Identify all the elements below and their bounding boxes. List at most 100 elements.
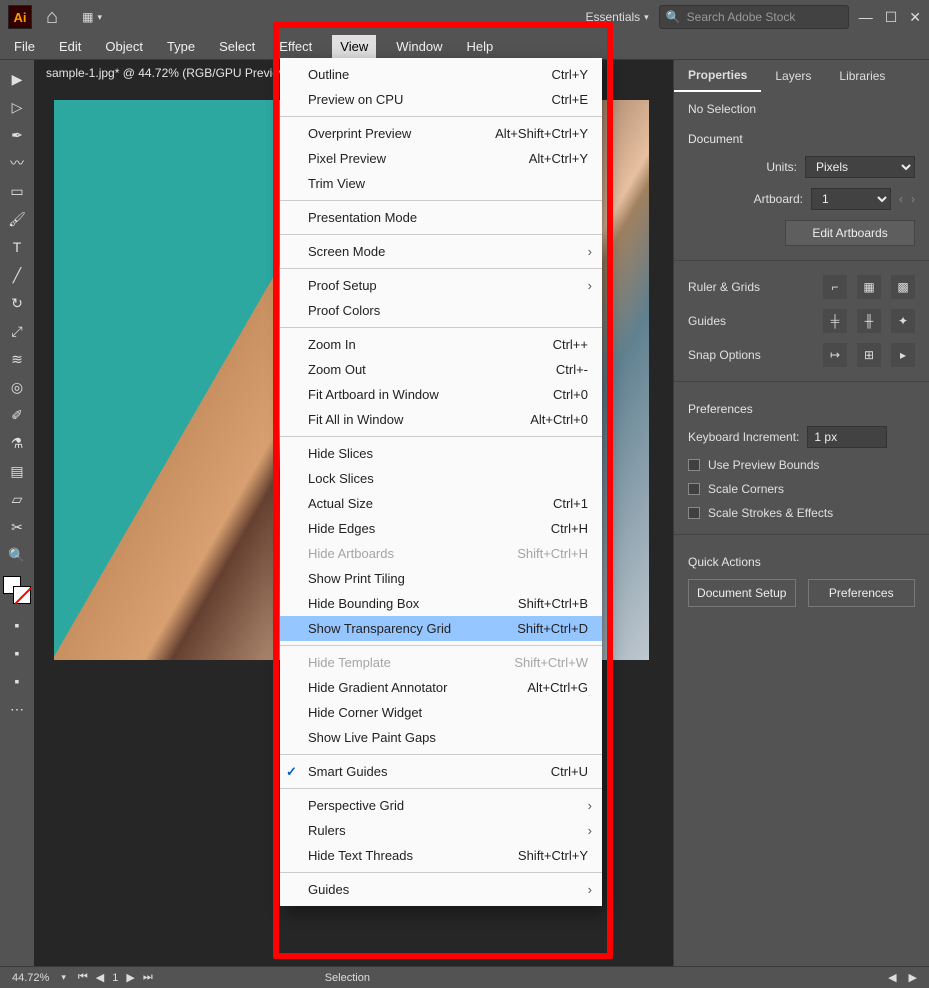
menu-item-pixel-preview[interactable]: Pixel PreviewAlt+Ctrl+Y [280,146,602,171]
artboard-select[interactable]: 1 [811,188,891,210]
menu-item-preview-on-cpu[interactable]: Preview on CPUCtrl+E [280,87,602,112]
workspace-switcher[interactable]: Essentials ▾ [585,10,648,24]
tool-paintbrush[interactable]: 🖌 [5,208,29,230]
menu-item-zoom-in[interactable]: Zoom InCtrl++ [280,332,602,357]
menu-item-show-print-tiling[interactable]: Show Print Tiling [280,566,602,591]
zoom-level[interactable]: 44.72% [12,972,49,984]
snap-point-icon[interactable]: ↦ [823,343,847,367]
tab-properties[interactable]: Properties [674,60,761,92]
menu-item-overprint-preview[interactable]: Overprint PreviewAlt+Shift+Ctrl+Y [280,121,602,146]
menu-item-fit-all-in-window[interactable]: Fit All in WindowAlt+Ctrl+0 [280,407,602,432]
snap-grid-icon[interactable]: ⊞ [857,343,881,367]
tool-curvature[interactable]: 〰 [5,152,29,174]
grid-icon[interactable]: ▦ [857,275,881,299]
menu-item-rulers[interactable]: Rulers [280,818,602,843]
menu-item-guides[interactable]: Guides [280,877,602,902]
menu-item-lock-slices[interactable]: Lock Slices [280,466,602,491]
scroll-right-icon[interactable]: ▶ [909,971,917,984]
artboard-prev-icon[interactable]: ‹ [899,192,903,206]
kb-increment-input[interactable] [807,426,887,448]
scroll-left-icon[interactable]: ◀ [888,971,896,984]
menu-item-screen-mode[interactable]: Screen Mode [280,239,602,264]
menu-type[interactable]: Type [163,37,199,56]
menu-file[interactable]: File [10,37,39,56]
status-bar: 44.72%▾ ⏮ ◀ 1 ▶ ⏭ Selection ◀ ▶ [0,966,929,988]
arrange-docs-picker[interactable]: ▦ ▾ [82,10,102,24]
menu-item-fit-artboard-in-window[interactable]: Fit Artboard in WindowCtrl+0 [280,382,602,407]
maximize-button[interactable]: ☐ [885,9,898,26]
menu-item-show-transparency-grid[interactable]: Show Transparency GridShift+Ctrl+D [280,616,602,641]
artboard-next-icon[interactable]: › [911,192,915,206]
artboard-page[interactable]: 1 [112,972,118,984]
home-icon[interactable]: ⌂ [46,6,58,29]
menu-item-proof-colors[interactable]: Proof Colors [280,298,602,323]
menu-item-hide-bounding-box[interactable]: Hide Bounding BoxShift+Ctrl+B [280,591,602,616]
tool-line[interactable]: ╱ [5,264,29,286]
tool-scale[interactable]: ⤢ [5,320,29,342]
last-artboard-icon[interactable]: ⏭ [143,971,153,984]
menu-item-hide-edges[interactable]: Hide EdgesCtrl+H [280,516,602,541]
close-button[interactable]: ✕ [909,9,921,26]
menu-item-hide-text-threads[interactable]: Hide Text ThreadsShift+Ctrl+Y [280,843,602,868]
menu-help[interactable]: Help [462,37,497,56]
preferences-button[interactable]: Preferences [808,579,916,607]
tool-selection[interactable]: ▶ [5,68,29,90]
fill-stroke-swatch[interactable] [3,576,31,604]
search-input[interactable]: 🔍Search Adobe Stock [659,5,849,29]
ruler-icon[interactable]: ⌐ [823,275,847,299]
tool-zoom[interactable]: 🔍 [5,544,29,566]
menu-item-show-live-paint-gaps[interactable]: Show Live Paint Gaps [280,725,602,750]
edit-artboards-button[interactable]: Edit Artboards [785,220,915,246]
tool-gradient[interactable]: ▤ [5,460,29,482]
guides-toggle-icon[interactable]: ╪ [823,309,847,333]
snap-pixel-icon[interactable]: ▸ [891,343,915,367]
guides-lock-icon[interactable]: ╫ [857,309,881,333]
menu-item-actual-size[interactable]: Actual SizeCtrl+1 [280,491,602,516]
tool-artboard[interactable]: ▱ [5,488,29,510]
menu-object[interactable]: Object [101,37,147,56]
menu-item-hide-gradient-annotator[interactable]: Hide Gradient AnnotatorAlt+Ctrl+G [280,675,602,700]
first-artboard-icon[interactable]: ⏮ [78,971,88,984]
prev-artboard-icon[interactable]: ◀ [96,971,104,984]
menu-item-hide-corner-widget[interactable]: Hide Corner Widget [280,700,602,725]
tool-pen[interactable]: ✒ [5,124,29,146]
tool-screen-mode[interactable]: ▪ [5,642,29,664]
menu-item-proof-setup[interactable]: Proof Setup [280,273,602,298]
menu-select[interactable]: Select [215,37,259,56]
tool-color-mode[interactable]: ▪ [5,614,29,636]
use-preview-bounds-checkbox[interactable] [688,459,700,471]
tool-rectangle[interactable]: ▭ [5,180,29,202]
tool-direct-select[interactable]: ▷ [5,96,29,118]
tool-rotate[interactable]: ↻ [5,292,29,314]
menu-item-perspective-grid[interactable]: Perspective Grid [280,793,602,818]
tool-freeform-gradient[interactable]: ◎ [5,376,29,398]
transparency-grid-icon[interactable]: ▩ [891,275,915,299]
menu-item-zoom-out[interactable]: Zoom OutCtrl+- [280,357,602,382]
menu-view[interactable]: View [332,35,376,58]
tool-width[interactable]: ≋ [5,348,29,370]
tab-libraries[interactable]: Libraries [825,61,899,91]
smart-guides-icon[interactable]: ✦ [891,309,915,333]
menu-item-smart-guides[interactable]: ✓Smart GuidesCtrl+U [280,759,602,784]
tool-more[interactable]: ⋯ [5,698,29,720]
tool-draw-mode[interactable]: ▪ [5,670,29,692]
tab-layers[interactable]: Layers [761,61,825,91]
minimize-button[interactable]: — [859,9,873,26]
scale-corners-checkbox[interactable] [688,483,700,495]
menu-item-trim-view[interactable]: Trim View [280,171,602,196]
menu-window[interactable]: Window [392,37,446,56]
tool-blend[interactable]: ⚗ [5,432,29,454]
document-setup-button[interactable]: Document Setup [688,579,796,607]
scale-strokes-checkbox[interactable] [688,507,700,519]
menu-item-outline[interactable]: OutlineCtrl+Y [280,62,602,87]
menu-item-hide-slices[interactable]: Hide Slices [280,441,602,466]
units-select[interactable]: Pixels [805,156,915,178]
tool-type[interactable]: T [5,236,29,258]
menu-edit[interactable]: Edit [55,37,85,56]
preferences-heading: Preferences [688,402,915,416]
tool-slice[interactable]: ✂ [5,516,29,538]
menu-effect[interactable]: Effect [275,37,316,56]
menu-item-presentation-mode[interactable]: Presentation Mode [280,205,602,230]
tool-eyedropper[interactable]: ✐ [5,404,29,426]
next-artboard-icon[interactable]: ▶ [126,971,134,984]
